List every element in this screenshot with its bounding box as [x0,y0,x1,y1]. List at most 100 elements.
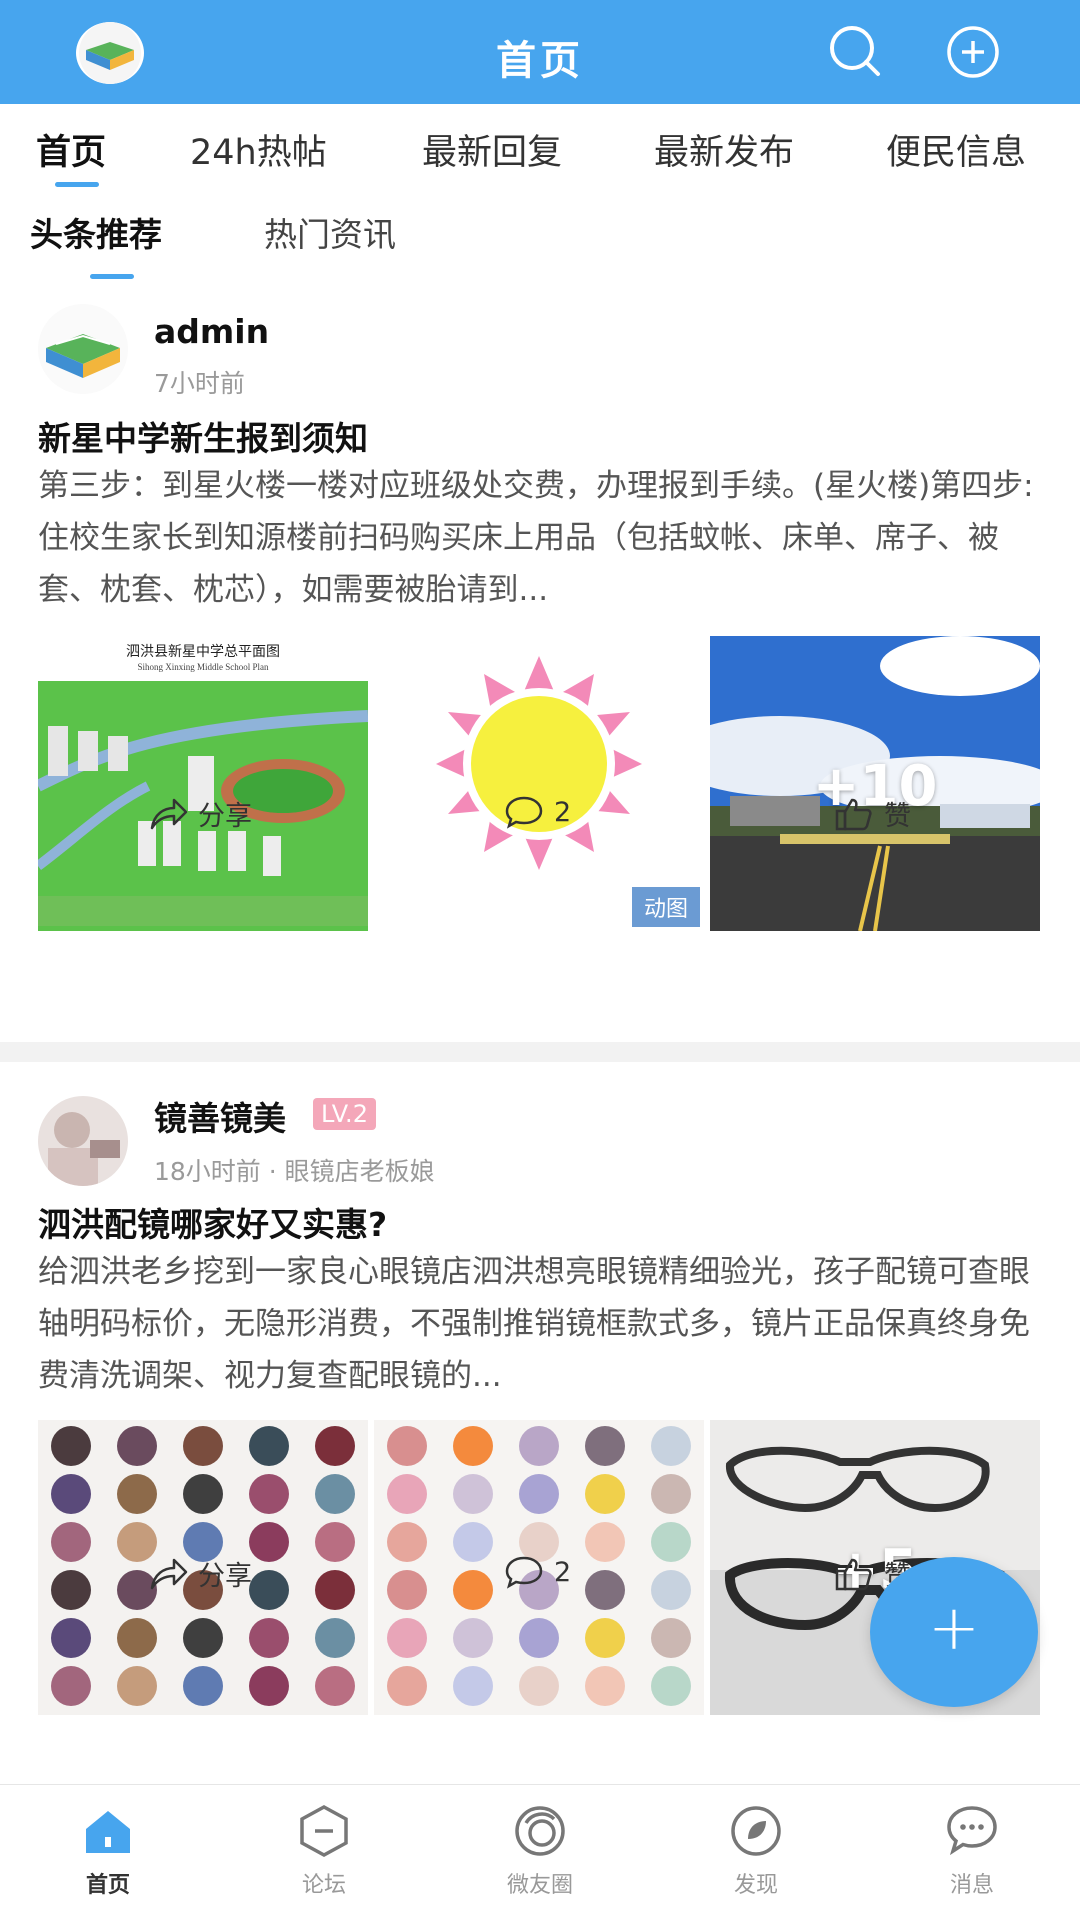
lens-swatch [651,1474,691,1514]
nav-label: 发现 [733,1873,778,1898]
lens-swatch [387,1426,427,1466]
discover-icon [728,1803,784,1859]
post-time: 18小时前 · 眼镜店老板娘 [154,1157,435,1186]
home-icon [80,1803,136,1859]
lens-swatch [585,1426,625,1466]
lens-swatch [117,1474,157,1514]
lens-swatch [651,1618,691,1658]
level-badge: LV.2 [313,1098,376,1130]
like-button[interactable]: 赞 [834,794,911,833]
map-caption-en: Sihong Xinxing Middle School Plan [137,662,269,672]
lens-swatch [117,1666,157,1706]
main-tabs: 首页 24h热帖 最新回复 最新发布 便民信息 [0,104,1080,190]
thumbs-up-icon [835,798,872,830]
nav-label: 消息 [949,1873,994,1898]
tab-home[interactable]: 首页 [36,124,106,175]
page-title: 首页 [496,38,584,84]
lens-swatch [117,1426,157,1466]
lens-swatch [249,1474,289,1514]
username[interactable]: admin [154,312,269,351]
nav-home[interactable]: 首页 [48,1803,168,1899]
lens-swatch [117,1618,157,1658]
share-label: 分享 [198,801,252,832]
nav-messages[interactable]: 消息 [912,1803,1032,1899]
lens-swatch [585,1618,625,1658]
comment-count: 2 [554,796,572,828]
forum-icon [296,1803,352,1859]
lens-swatch [315,1618,355,1658]
post-image-more[interactable]: +10 [710,636,1040,931]
lens-swatch [585,1666,625,1706]
sub-tabs: 头条推荐 热门资讯 [0,190,1080,286]
post-excerpt[interactable]: 给泗洪老乡挖到一家良心眼镜店泗洪想亮眼镜精细验光，孩子配镜可查眼轴明码标价，无隐… [38,1246,1044,1402]
post-divider [0,1042,1080,1062]
lens-swatch [315,1474,355,1514]
lens-swatch [51,1426,91,1466]
plus-icon: + [928,1591,980,1664]
search-icon[interactable] [826,22,886,82]
post-card[interactable]: admin 7小时前 新星中学新生报到须知 第三步：到星火楼一楼对应班级处交费，… [0,286,1080,1042]
lens-swatch [51,1666,91,1706]
lens-swatch [519,1474,559,1514]
lens-swatch [315,1426,355,1466]
lens-swatch [651,1426,691,1466]
nav-moments[interactable]: 微友圈 [480,1803,600,1899]
add-circle-icon[interactable] [943,22,1003,82]
lens-swatch [387,1618,427,1658]
post-image-gif[interactable]: 动图 [374,636,704,931]
post-title[interactable]: 新星中学新生报到须知 [38,412,368,460]
tab-24h-hot[interactable]: 24h热帖 [190,124,327,175]
lens-swatch [249,1666,289,1706]
comment-button[interactable]: 2 [504,1554,571,1590]
share-button[interactable]: 分享 [148,794,252,833]
post-image[interactable]: 泗洪县新星中学总平面图 Sihong Xinxing Middle School… [38,636,368,931]
nav-label: 论坛 [301,1873,346,1898]
subtab-hot-news[interactable]: 热门资讯 [264,208,396,256]
avatar[interactable] [38,304,128,394]
lens-swatch [183,1426,223,1466]
lens-swatch [519,1666,559,1706]
username[interactable]: 镜善镜美 [154,1092,286,1140]
post-images: 泗洪县新星中学总平面图 Sihong Xinxing Middle School… [38,636,1042,931]
chat-bubble-icon [944,1803,1000,1859]
lens-swatch [249,1618,289,1658]
nav-forum[interactable]: 论坛 [264,1803,384,1899]
lens-swatch [651,1666,691,1706]
app-header: 首页 [0,0,1080,104]
lens-swatch [453,1618,493,1658]
comment-icon [505,796,543,829]
share-button[interactable]: 分享 [148,1554,252,1593]
tab-active-indicator [55,182,99,187]
post-title[interactable]: 泗洪配镜哪家好又实惠? [38,1198,387,1246]
comment-count: 2 [554,1556,572,1588]
tab-latest-post[interactable]: 最新发布 [654,124,794,175]
comment-button[interactable]: 2 [504,794,571,830]
post-excerpt[interactable]: 第三步：到星火楼一楼对应班级处交费，办理报到手续。(星火楼)第四步:住校生家长到… [38,460,1044,616]
lens-swatch [453,1666,493,1706]
like-label: 赞 [884,801,911,832]
lens-swatch [51,1474,91,1514]
lens-swatch [453,1426,493,1466]
subtab-headline[interactable]: 头条推荐 [30,208,162,256]
tab-latest-reply[interactable]: 最新回复 [422,124,562,175]
create-post-fab[interactable]: + [870,1557,1038,1707]
moments-icon [512,1803,568,1859]
lens-swatch [183,1666,223,1706]
bottom-navigation: 首页 论坛 微友圈 发现 消息 [0,1784,1080,1920]
lens-swatch [585,1474,625,1514]
thumbs-up-icon [835,1558,872,1590]
lens-swatch [387,1666,427,1706]
nav-discover[interactable]: 发现 [696,1803,816,1899]
comment-icon [505,1556,543,1589]
nav-label: 微友圈 [506,1873,573,1898]
tab-local-info[interactable]: 便民信息 [886,124,1026,175]
lens-swatch [519,1426,559,1466]
share-icon [150,1558,188,1589]
share-label: 分享 [198,1561,252,1592]
lens-swatch [315,1666,355,1706]
nav-label: 首页 [85,1873,130,1898]
lens-swatch [183,1474,223,1514]
lens-swatch [183,1618,223,1658]
subtab-active-indicator [90,274,134,279]
avatar[interactable] [38,1096,128,1186]
